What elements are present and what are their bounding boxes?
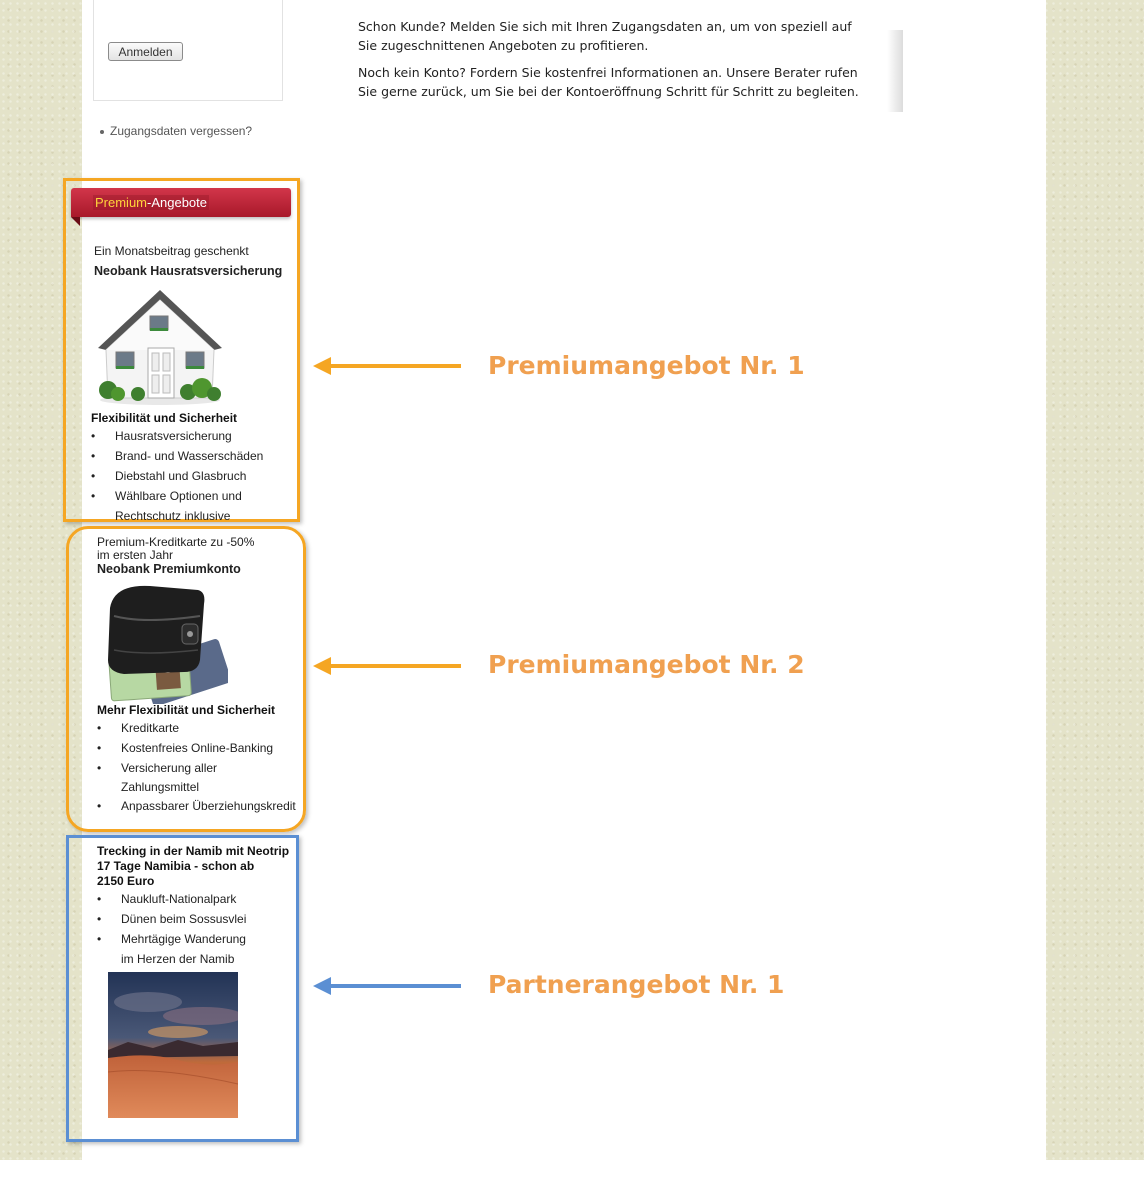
- list-item: im Herzen der Namib: [121, 952, 235, 966]
- offer3-feature-list: Naukluft-Nationalpark Dünen beim Sossusv…: [97, 889, 246, 969]
- offer3-title[interactable]: Trecking in der Namib mit Neotrip 17 Tag…: [97, 844, 289, 889]
- offer1-feature-list: Hausratsversicherung Brand- und Wassersc…: [91, 426, 263, 526]
- offer1-subtitle: Flexibilität und Sicherheit: [91, 411, 238, 425]
- house-image[interactable]: [94, 286, 226, 406]
- list-item: Diebstahl und Glasbruch: [91, 466, 263, 486]
- intro-shadow: [887, 30, 903, 112]
- offer2-title[interactable]: Neobank Premiumkonto: [97, 562, 241, 576]
- list-item: Anpassbarer Überziehungskredit: [97, 796, 296, 816]
- intro-paragraph-customer: Schon Kunde? Melden Sie sich mit Ihren Z…: [358, 19, 852, 53]
- intro-text: Schon Kunde? Melden Sie sich mit Ihren Z…: [358, 17, 868, 109]
- wallet-card-image[interactable]: [104, 580, 228, 704]
- offer3-title-line3: 2150 Euro: [97, 874, 155, 888]
- premium-heading-rest: -Angebote: [147, 195, 208, 210]
- list-item: Naukluft-Nationalpark: [97, 889, 246, 909]
- ribbon-fold: [71, 217, 80, 226]
- list-item: Versicherung aller: [97, 758, 296, 778]
- offer3-title-line2: 17 Tage Namibia - schon ab: [97, 859, 255, 873]
- callout-premium-1: Premiumangebot Nr. 1: [488, 351, 805, 380]
- list-item: Rechtschutz inklusive: [115, 509, 231, 523]
- list-item: Wählbare Optionen und: [91, 486, 263, 506]
- premium-offers-heading: Premium-Angebote: [93, 195, 210, 210]
- callout-premium-2: Premiumangebot Nr. 2: [488, 650, 805, 679]
- list-item: Hausratsversicherung: [91, 426, 263, 446]
- list-item: Kreditkarte: [97, 718, 296, 738]
- list-item: Zahlungsmittel: [121, 780, 200, 794]
- offer3-title-line1: Trecking in der Namib mit Neotrip: [97, 844, 290, 858]
- list-item: Dünen beim Sossusvlei: [97, 909, 246, 929]
- list-item: Mehrtägige Wanderung: [97, 929, 246, 949]
- forgot-credentials-link[interactable]: Zugangsdaten vergessen?: [100, 124, 252, 138]
- login-button[interactable]: Anmelden: [108, 42, 183, 61]
- forgot-credentials-label: Zugangsdaten vergessen?: [110, 124, 253, 138]
- offer2-teaser: Premium-Kreditkarte zu -50% im ersten Ja…: [97, 536, 254, 562]
- offer2-teaser-line2: im ersten Jahr: [97, 548, 174, 562]
- bullet-icon: [100, 129, 104, 134]
- list-item: Kostenfreies Online-Banking: [97, 738, 296, 758]
- callout-partner-1: Partnerangebot Nr. 1: [488, 970, 785, 999]
- offer2-feature-list: Kreditkarte Kostenfreies Online-Banking …: [97, 718, 296, 816]
- premium-heading-highlight: Premium: [95, 195, 148, 210]
- offer1-teaser: Ein Monatsbeitrag geschenkt: [94, 244, 249, 258]
- offer2-subtitle: Mehr Flexibilität und Sicherheit: [97, 703, 276, 717]
- list-item: Brand- und Wasserschäden: [91, 446, 263, 466]
- namib-desert-image[interactable]: [108, 972, 238, 1118]
- offer1-title[interactable]: Neobank Hausratsversicherung: [94, 264, 282, 278]
- intro-paragraph-new: Noch kein Konto? Fordern Sie kostenfrei …: [358, 65, 859, 99]
